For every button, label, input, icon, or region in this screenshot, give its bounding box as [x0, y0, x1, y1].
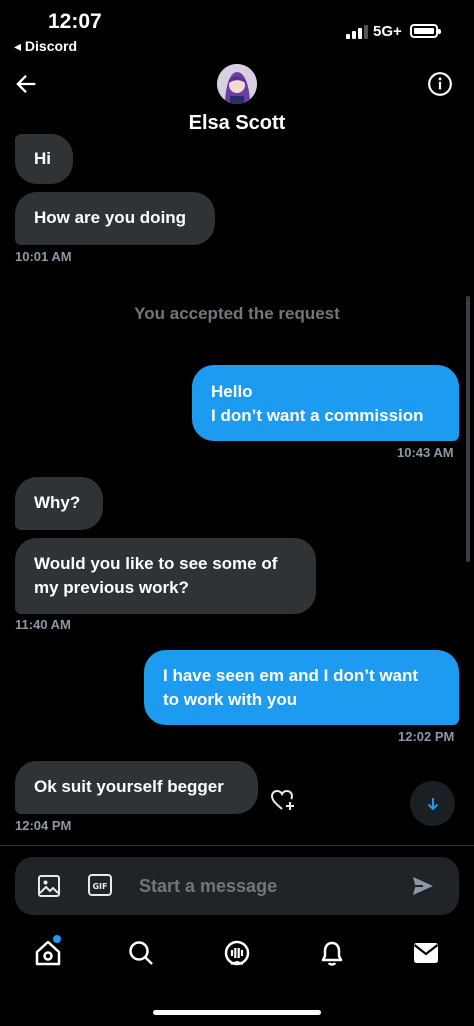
composer-divider — [0, 845, 474, 846]
messages-icon[interactable] — [411, 938, 441, 968]
message-text: Hi — [34, 149, 51, 168]
message-timestamp: 10:43 AM — [397, 445, 454, 460]
system-notice: You accepted the request — [134, 304, 340, 323]
search-icon[interactable] — [126, 938, 156, 968]
image-icon[interactable] — [37, 874, 61, 898]
message-bubble-outgoing[interactable]: Hello I don’t want a commission — [192, 365, 459, 441]
gif-icon[interactable]: GIF — [88, 874, 112, 896]
cellular-signal-icon — [346, 25, 368, 39]
status-time: 12:07 — [48, 10, 102, 33]
message-text-line: Hello — [211, 382, 253, 401]
spaces-icon[interactable] — [222, 938, 252, 968]
avatar-image — [217, 64, 257, 104]
home-indicator[interactable] — [153, 1010, 321, 1015]
message-composer: GIF — [15, 857, 459, 915]
message-timestamp: 12:02 PM — [398, 729, 455, 744]
conversation-header: Elsa Scott — [0, 60, 474, 146]
network-type: 5G+ — [373, 23, 402, 40]
message-bubble-outgoing[interactable]: I have seen em and I don’t want to work … — [144, 650, 459, 725]
message-text: Ok suit yourself begger — [34, 777, 224, 796]
notifications-icon[interactable] — [317, 938, 347, 968]
message-text-line: I don’t want a commission — [211, 406, 424, 425]
message-bubble-incoming[interactable]: How are you doing — [15, 192, 215, 245]
status-bar: 12:07 ◂ Discord 5G+ — [0, 0, 474, 60]
message-text-line: Would you like to see some of — [34, 554, 278, 573]
info-circle-icon[interactable] — [427, 71, 453, 97]
contact-name[interactable]: Elsa Scott — [0, 112, 474, 135]
send-icon[interactable] — [411, 874, 435, 898]
message-bubble-incoming[interactable]: Why? — [15, 477, 103, 530]
arrow-down-icon — [427, 797, 438, 810]
back-to-app-link[interactable]: ◂ Discord — [14, 38, 77, 55]
message-text: How are you doing — [34, 208, 187, 227]
add-reaction-heart-icon[interactable] — [270, 788, 296, 812]
svg-text:GIF: GIF — [92, 882, 107, 891]
arrow-left-icon[interactable] — [12, 70, 40, 98]
message-timestamp: 11:40 AM — [15, 617, 71, 632]
bottom-tab-bar — [0, 930, 474, 990]
message-input[interactable] — [139, 871, 389, 901]
scrollbar[interactable] — [466, 296, 470, 562]
scroll-to-bottom-button[interactable] — [410, 781, 455, 826]
message-timestamp: 12:04 PM — [15, 818, 72, 833]
message-bubble-incoming[interactable]: Hi — [15, 134, 73, 184]
message-text: Why? — [34, 493, 81, 512]
message-bubble-incoming[interactable]: Would you like to see some of my previou… — [15, 538, 316, 614]
battery-icon — [410, 24, 441, 38]
message-text-line: my previous work? — [34, 578, 189, 597]
message-timestamp: 10:01 AM — [15, 249, 72, 264]
home-notification-badge — [53, 935, 61, 943]
avatar[interactable] — [217, 64, 257, 104]
message-text-line: I have seen em and I don’t want — [163, 666, 419, 685]
message-text-line: to work with you — [163, 690, 298, 709]
message-bubble-incoming[interactable]: Ok suit yourself begger — [15, 761, 258, 814]
